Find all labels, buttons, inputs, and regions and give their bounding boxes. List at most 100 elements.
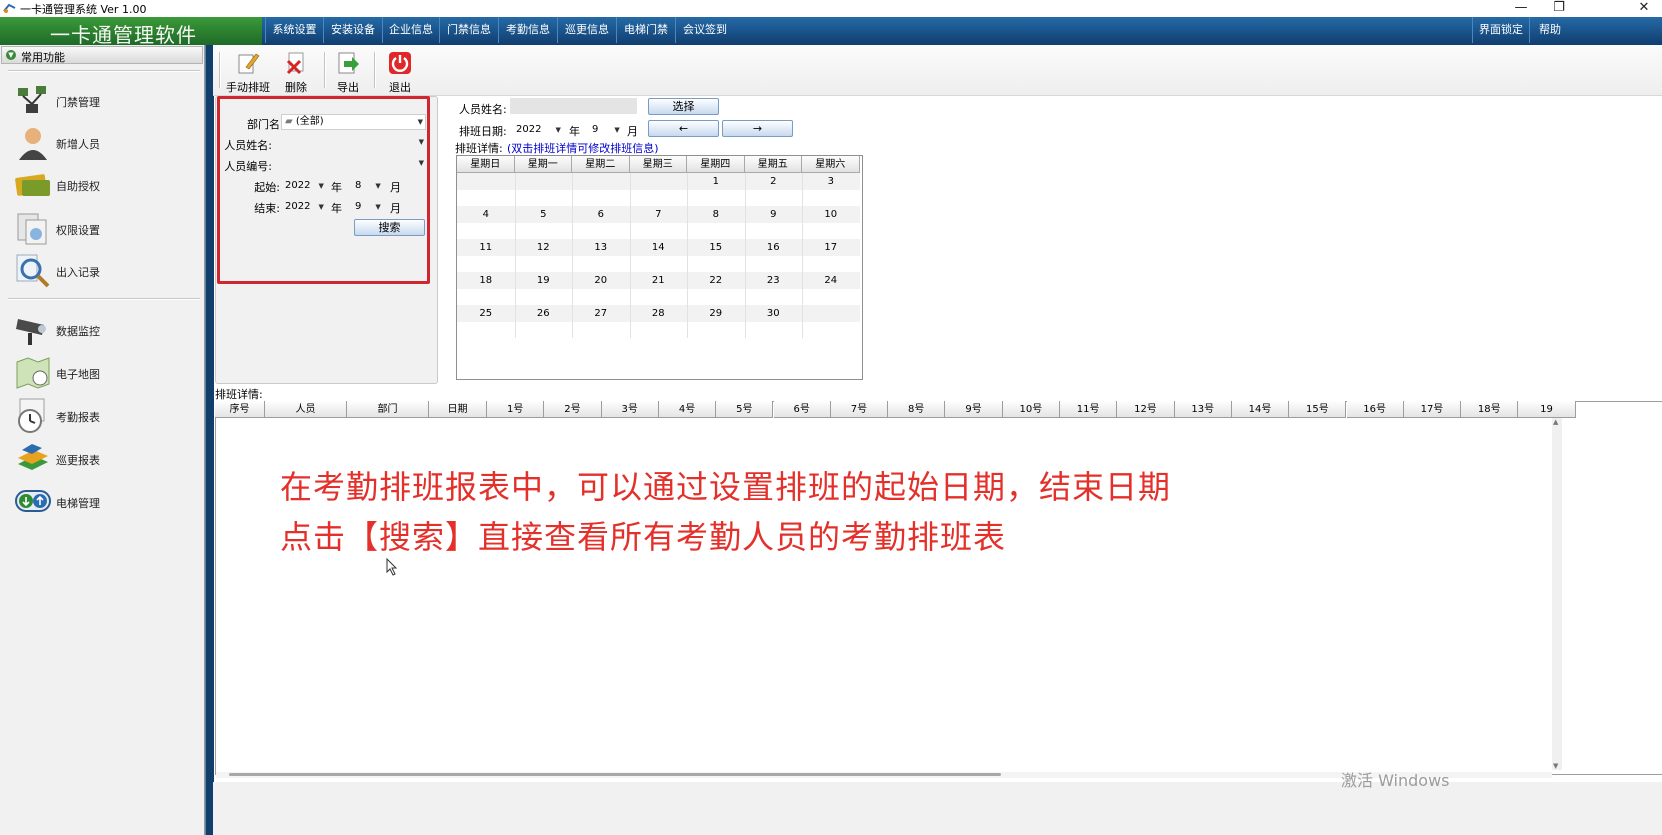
calendar-day-cell[interactable] [457,173,515,190]
schedule-year-select[interactable]: 2022 ▼ [516,124,561,135]
menu-help[interactable]: 帮助 [1529,17,1570,43]
menu-item[interactable]: 电梯门禁 [616,17,675,43]
table-column-header[interactable]: 18号 [1461,401,1519,418]
schedule-table[interactable] [215,401,1662,775]
calendar-day-cell[interactable]: 2 [745,173,803,190]
table-column-header[interactable]: 日期 [429,401,487,418]
sidebar-item-self-authorize[interactable]: 自助授权 [14,166,194,206]
table-column-header[interactable]: 13号 [1174,401,1232,418]
brand-area: 一卡通管理软件 [0,17,262,47]
vertical-scrollbar[interactable]: ▲ ▼ [1552,418,1562,770]
calendar-day-cell[interactable] [572,173,630,190]
menu-item[interactable]: 系统设置 [265,17,323,43]
calendar-day-cell[interactable] [515,173,573,190]
table-column-header[interactable]: 6号 [773,401,831,418]
table-column-header[interactable]: 3号 [601,401,659,418]
menu-item[interactable]: 考勤信息 [498,17,557,43]
sidebar-item-new-person[interactable]: 新增人员 [14,124,194,164]
calendar-day-cell[interactable]: 10 [802,206,860,223]
calendar-day-cell[interactable]: 5 [515,206,573,223]
calendar-day-cell[interactable]: 11 [457,239,515,256]
sidebar-item-attendance-report[interactable]: 考勤报表 [14,397,194,437]
elevator-arrows-icon [15,490,51,512]
minimize-button[interactable]: — [1503,0,1539,17]
calendar-day-cell[interactable]: 25 [457,305,515,322]
exit-button[interactable]: 退出 [382,48,418,94]
sidebar-item-access-control[interactable]: 门禁管理 [14,82,194,122]
calendar-day-cell[interactable]: 28 [630,305,688,322]
table-column-header[interactable]: 1号 [487,401,545,418]
calendar-day-cell[interactable]: 9 [745,206,803,223]
export-button[interactable]: 导出 [330,48,366,94]
table-column-header[interactable]: 12号 [1117,401,1175,418]
scroll-down-icon[interactable]: ▼ [1553,762,1558,770]
calendar-day-cell[interactable]: 29 [687,305,745,322]
sidebar-item-patrol-report[interactable]: 巡更报表 [14,440,194,480]
table-column-header[interactable]: 16号 [1346,401,1404,418]
menu-item[interactable]: 门禁信息 [439,17,498,43]
calendar-day-cell[interactable]: 4 [457,206,515,223]
table-column-header[interactable]: 4号 [658,401,717,418]
horizontal-scrollbar-thumb[interactable] [229,773,1001,776]
close-button[interactable]: ✕ [1626,0,1662,17]
menu-item[interactable]: 巡更信息 [557,17,616,43]
calendar-day-cell[interactable]: 6 [572,206,630,223]
calendar-day-cell[interactable]: 19 [515,272,573,289]
table-column-header[interactable]: 人员 [265,401,347,418]
select-person-button[interactable]: 选择 [648,98,719,115]
calendar-day-cell[interactable]: 16 [745,239,803,256]
calendar-day-cell[interactable]: 8 [687,206,745,223]
menu-item[interactable]: 安装设备 [323,17,382,43]
table-column-header[interactable]: 9号 [945,401,1003,418]
table-column-header[interactable]: 8号 [888,401,946,418]
calendar-day-cell[interactable]: 24 [802,272,860,289]
calendar-day-cell[interactable]: 27 [572,305,630,322]
calendar-day-cell[interactable]: 12 [515,239,573,256]
menu-item[interactable]: 企业信息 [382,17,439,43]
table-column-header[interactable]: 7号 [830,401,889,418]
scroll-up-icon[interactable]: ▲ [1553,418,1558,426]
schedule-month-select[interactable]: 9 ▼ [592,124,620,135]
table-column-header[interactable]: 15号 [1289,401,1347,418]
calendar-day-cell[interactable]: 30 [745,305,803,322]
calendar-day-cell[interactable]: 7 [630,206,688,223]
sidebar-item-data-monitor[interactable]: 数据监控 [14,311,194,351]
calendar-day-cell[interactable]: 23 [745,272,803,289]
table-column-header[interactable]: 2号 [544,401,602,418]
sidebar-header[interactable]: ▼ 常用功能 [1,46,203,64]
calendar-day-cell[interactable]: 26 [515,305,573,322]
menu-item[interactable]: 会议签到 [675,17,734,43]
calendar-day-cell[interactable]: 21 [630,272,688,289]
manual-schedule-button[interactable]: 手动排班 [226,48,270,94]
calendar-day-cell[interactable]: 15 [687,239,745,256]
table-column-header[interactable]: 11号 [1060,401,1118,418]
table-column-header[interactable]: 序号 [215,401,265,418]
next-month-button[interactable]: → [722,120,793,137]
schedule-name-field[interactable] [510,98,637,114]
delete-button[interactable]: 删除 [276,48,316,94]
calendar-day-cell[interactable]: 22 [687,272,745,289]
calendar-day-cell[interactable] [802,305,860,322]
sidebar-item-access-records[interactable]: 出入记录 [14,252,194,292]
menu-lock-ui[interactable]: 界面锁定 [1472,17,1529,43]
calendar-day-cell[interactable]: 13 [572,239,630,256]
calendar-day-cell[interactable] [630,173,688,190]
table-column-header[interactable]: 10号 [1002,401,1060,418]
table-column-header[interactable]: 5号 [716,401,774,418]
calendar-day-cell[interactable]: 17 [802,239,860,256]
calendar-day-cell[interactable]: 20 [572,272,630,289]
calendar-day-cell[interactable]: 1 [687,173,745,190]
calendar-day-cell[interactable]: 18 [457,272,515,289]
table-column-header[interactable]: 14号 [1231,401,1290,418]
table-column-header[interactable]: 17号 [1403,401,1462,418]
table-column-header[interactable]: 部门 [347,401,429,418]
sidebar-item-electronic-map[interactable]: 电子地图 [14,354,194,394]
sidebar-item-elevator-management[interactable]: 电梯管理 [14,483,194,523]
restore-button[interactable]: ❐ [1541,0,1577,17]
table-column-header[interactable]: 19 [1518,401,1576,418]
calendar-day-cell[interactable]: 14 [630,239,688,256]
prev-month-button[interactable]: ← [648,120,719,137]
sidebar-item-permission-settings[interactable]: 权限设置 [14,210,194,250]
sidebar-divider [8,298,200,300]
calendar-day-cell[interactable]: 3 [802,173,860,190]
